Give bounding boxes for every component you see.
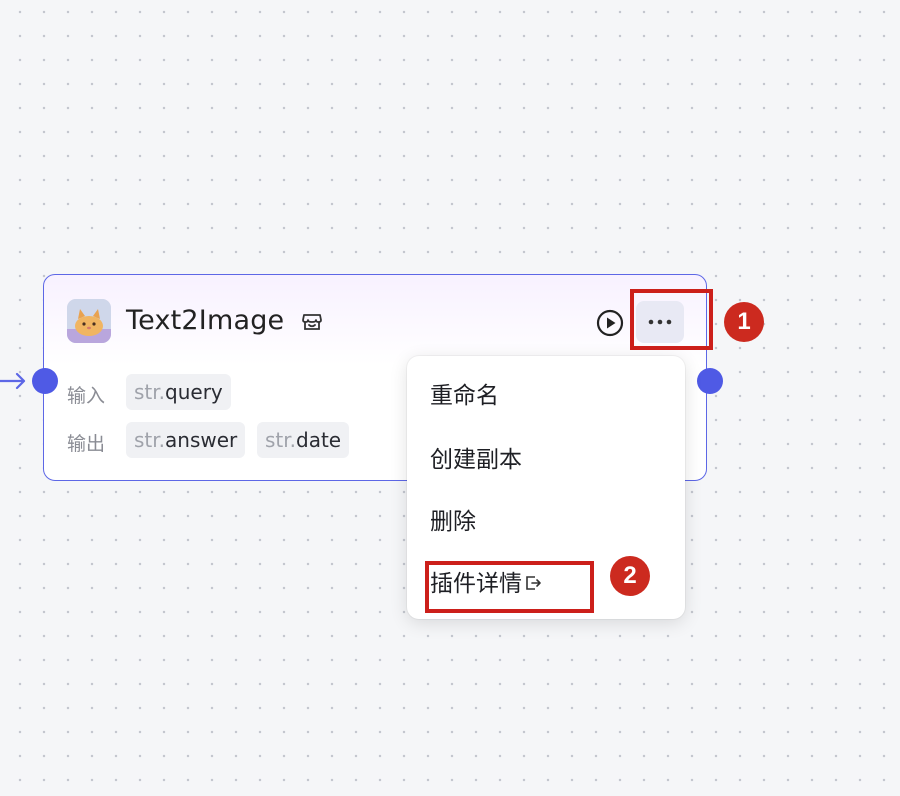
param-type: str. bbox=[134, 428, 166, 452]
plugin-store-icon[interactable] bbox=[301, 311, 323, 333]
param-name: query bbox=[165, 380, 223, 404]
menu-item-rename[interactable]: 重命名 bbox=[430, 376, 499, 410]
output-param-tag: str.date bbox=[257, 422, 350, 458]
annotation-badge-2: 2 bbox=[610, 556, 650, 596]
node-title[interactable]: Text2Image bbox=[126, 305, 284, 336]
menu-item-duplicate[interactable]: 创建副本 bbox=[430, 440, 522, 474]
annotation-box-2 bbox=[425, 561, 594, 613]
plugin-thumbnail-icon bbox=[67, 299, 111, 343]
workflow-canvas[interactable]: Text2Image 输入 str.query 输出 str.answer st… bbox=[0, 0, 900, 796]
output-port[interactable] bbox=[697, 368, 723, 394]
input-port[interactable] bbox=[32, 368, 58, 394]
output-label: 输出 bbox=[67, 433, 106, 455]
output-param-tag: str.answer bbox=[126, 422, 246, 458]
param-name: date bbox=[296, 428, 342, 452]
incoming-edge-arrow-icon bbox=[0, 372, 26, 390]
input-label: 输入 bbox=[67, 385, 106, 407]
param-type: str. bbox=[265, 428, 297, 452]
annotation-badge-1: 1 bbox=[724, 302, 764, 342]
param-type: str. bbox=[134, 380, 166, 404]
annotation-box-1 bbox=[630, 289, 713, 350]
menu-item-delete[interactable]: 删除 bbox=[430, 502, 476, 536]
input-param-tag: str.query bbox=[126, 374, 231, 410]
play-circle-icon[interactable] bbox=[596, 309, 624, 337]
param-name: answer bbox=[165, 428, 238, 452]
